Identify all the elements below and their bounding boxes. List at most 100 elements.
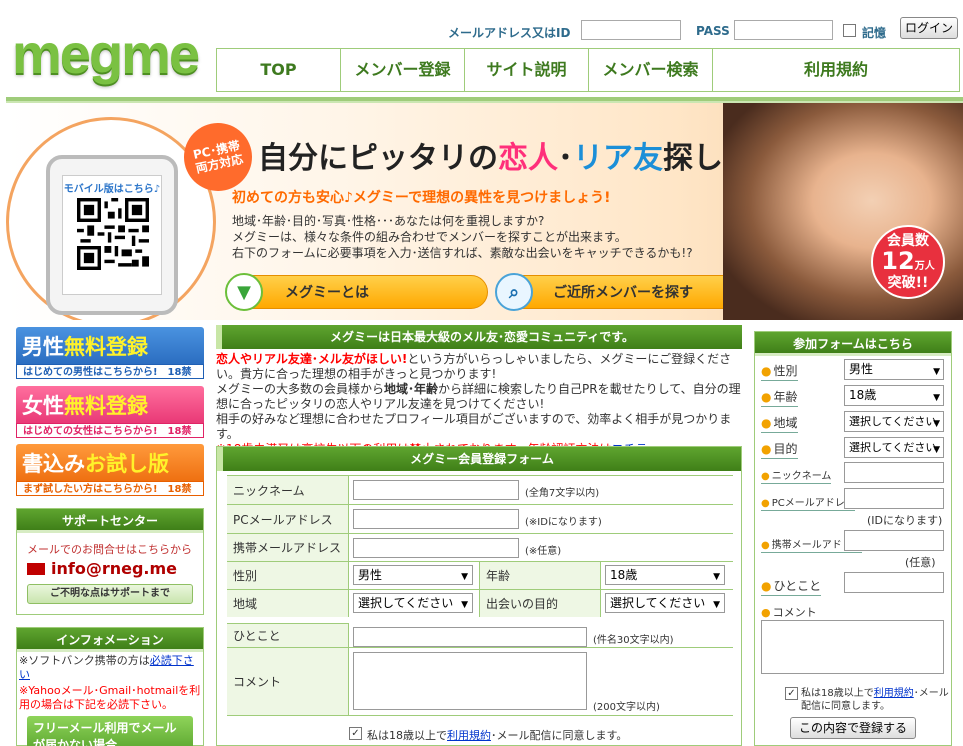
purpose-select[interactable]: 選択してください	[605, 593, 725, 614]
quick-register-box: 参加フォームはこちら ●性別 男性 ●年齢 18歳 ●地域 選択してください ●…	[754, 331, 952, 746]
gender-label: 性別	[227, 562, 349, 589]
r-mobile-mail-input[interactable]	[844, 530, 944, 551]
r-comment-textarea[interactable]	[761, 620, 944, 674]
information-title: インフォメーション	[17, 628, 203, 652]
r-agree-checkbox[interactable]: ✓	[785, 687, 798, 700]
r-purpose-select[interactable]: 選択してください	[844, 437, 944, 458]
intro-title: メグミーは日本最大級のメル友･恋愛コミュニティです。	[216, 325, 742, 349]
r-agree-text: 私は18歳以上で利用規約･メール配信に同意します。	[801, 688, 949, 712]
female-free-register-button[interactable]: 女性無料登録 はじめての女性はこちらから! 18禁	[16, 386, 204, 438]
r-pc-mail-label: ● PCメールアドレス	[761, 494, 855, 511]
r-pc-mail-note: (IDになります)	[867, 514, 943, 527]
support-button[interactable]: ご不明な点はサポートまで	[27, 584, 193, 604]
pin-icon: ●	[761, 416, 772, 430]
trial-post-button[interactable]: 書込みお試し版 まず試したい方はこちらから! 18禁	[16, 444, 204, 496]
pin-icon: ●	[761, 390, 772, 404]
softbank-notice: ※ソフトバンク携帯の方は必読下さい	[19, 654, 194, 681]
freemail-button[interactable]: フリーメール利用でメールが届かない場合	[27, 716, 193, 746]
form-row-area-purpose: 地域 選択してください 出会いの目的 選択してください	[227, 589, 733, 617]
purpose-label: 出会いの目的	[479, 590, 601, 617]
information-box: インフォメーション ※ソフトバンク携帯の方は必読下さい ※Yahooメール･Gm…	[16, 627, 204, 746]
pin-icon: ●	[761, 498, 770, 509]
pc-mail-input[interactable]	[353, 509, 519, 529]
support-center-title: サポートセンター	[17, 509, 203, 533]
pin-icon: ●	[761, 442, 772, 456]
pin-icon: ●	[761, 471, 770, 482]
r-area-label: ● 地域	[761, 414, 798, 433]
age-label: 年齢	[479, 562, 601, 589]
form-row-gender-age: 性別 男性 年齢 18歳	[227, 561, 733, 589]
r-gender-label: ● 性別	[761, 362, 798, 381]
r-terms-link[interactable]: 利用規約	[874, 688, 914, 699]
area-label: 地域	[227, 590, 349, 617]
form-row-pc-mail: PCメールアドレス (※IDになります)	[227, 504, 733, 533]
mobile-mail-label: 携帯メールアドレス	[227, 534, 349, 561]
r-area-select[interactable]: 選択してください	[844, 411, 944, 432]
form-row-mobile-mail: 携帯メールアドレス (※任意)	[227, 533, 733, 561]
phone-screen: モバイル版はこちら♪	[62, 175, 162, 295]
male-free-register-button[interactable]: 男性無料登録 はじめての男性はこちらから! 18禁	[16, 327, 204, 379]
r-nickname-input[interactable]	[844, 462, 944, 483]
r-age-select[interactable]: 18歳	[844, 385, 944, 408]
age-select[interactable]: 18歳	[605, 565, 725, 586]
r-hitokoto-label: ● ひとこと	[761, 577, 822, 596]
form-row-nickname: ニックネーム (全角7文字以内)	[227, 475, 733, 504]
hero-subtitle: 初めての方も安心♪メグミーで理想の異性を見つけましょう!	[232, 190, 611, 206]
agree-checkbox[interactable]: ✓	[349, 727, 362, 740]
pc-mail-note: (※IDになります)	[525, 517, 602, 528]
mobile-mail-input[interactable]	[353, 538, 519, 558]
register-form-title: メグミー会員登録フォーム	[217, 447, 741, 471]
nickname-input[interactable]	[353, 480, 519, 500]
form-row-hitokoto: ひとこと (件名30文字以内)	[227, 617, 733, 647]
comment-textarea[interactable]	[353, 652, 587, 710]
nav-member-search[interactable]: メンバー検索	[589, 49, 713, 91]
nav-site-guide[interactable]: サイト説明	[465, 49, 589, 91]
about-megme-button[interactable]: ▼ メグミーとは	[225, 273, 488, 311]
comment-note: (200文字以内)	[593, 702, 660, 713]
nav-terms[interactable]: 利用規約	[713, 49, 959, 91]
quick-register-title: 参加フォームはこちら	[755, 332, 951, 356]
submit-register-button[interactable]: この内容で登録する	[790, 717, 916, 739]
agree-text: 私は18歳以上で利用規約･メール配信に同意します。	[367, 729, 628, 742]
magnifier-icon: ⌕	[495, 273, 533, 311]
pin-icon: ●	[761, 579, 772, 593]
pin-icon: ●	[761, 540, 770, 551]
r-hitokoto-input[interactable]	[844, 572, 944, 593]
hitokoto-input[interactable]	[353, 627, 587, 647]
pc-mail-label: PCメールアドレス	[227, 505, 349, 533]
hero-body: 地域･年齢･目的･写真･性格･･･あなたは何を重視しますか? メグミーは、様々な…	[232, 214, 693, 260]
support-text: メールでのお問合せはこちらから	[27, 543, 192, 556]
remember-checkbox[interactable]	[843, 24, 856, 37]
login-button[interactable]: ログイン	[900, 17, 958, 39]
terms-link[interactable]: 利用規約	[447, 729, 491, 742]
pass-label: PASS	[696, 24, 730, 38]
support-email-link[interactable]: info@rneg.me	[17, 557, 203, 580]
pin-icon: ●	[761, 364, 772, 378]
intro-text: 恋人やリアル友達･メル友がほしい!という方がいらっしゃいましたら、メグミーにご登…	[216, 352, 742, 457]
phone-illustration: モバイル版はこちら♪	[46, 155, 178, 315]
site-logo[interactable]: megme	[12, 26, 200, 82]
nickname-note: (全角7文字以内)	[525, 488, 600, 499]
beginner-mark-icon: ▼	[225, 273, 263, 311]
nav-top[interactable]: TOP	[217, 49, 341, 91]
r-pc-mail-input[interactable]	[844, 488, 944, 509]
login-id-input[interactable]	[581, 20, 681, 40]
register-form: メグミー会員登録フォーム ニックネーム (全角7文字以内) PCメールアドレス …	[216, 446, 742, 746]
r-gender-select[interactable]: 男性	[844, 359, 944, 382]
area-select[interactable]: 選択してください	[353, 593, 473, 614]
freemail-notice: ※Yahooメール･Gmail･hotmailを利用の場合は下記を必読下さい。	[19, 684, 201, 711]
password-input[interactable]	[734, 20, 833, 40]
mobile-version-label: モバイル版はこちら♪	[63, 184, 161, 195]
support-center-box: サポートセンター メールでのお問合せはこちらから info@rneg.me ご不…	[16, 508, 204, 615]
form-row-comment: コメント (200文字以内)	[227, 647, 733, 715]
qr-code-icon[interactable]	[77, 198, 149, 270]
nav-member-register[interactable]: メンバー登録	[341, 49, 465, 91]
nearby-search-button[interactable]: ⌕ ご近所メンバーを探す	[495, 273, 746, 311]
r-age-label: ● 年齢	[761, 388, 798, 407]
hitokoto-note: (件名30文字以内)	[593, 635, 674, 646]
mobile-mail-note: (※任意)	[525, 546, 562, 557]
r-nickname-label: ● ニックネーム	[761, 467, 832, 484]
gender-select[interactable]: 男性	[353, 565, 473, 586]
pin-icon: ●	[761, 606, 771, 619]
r-mobile-mail-note: (任意)	[905, 556, 936, 569]
